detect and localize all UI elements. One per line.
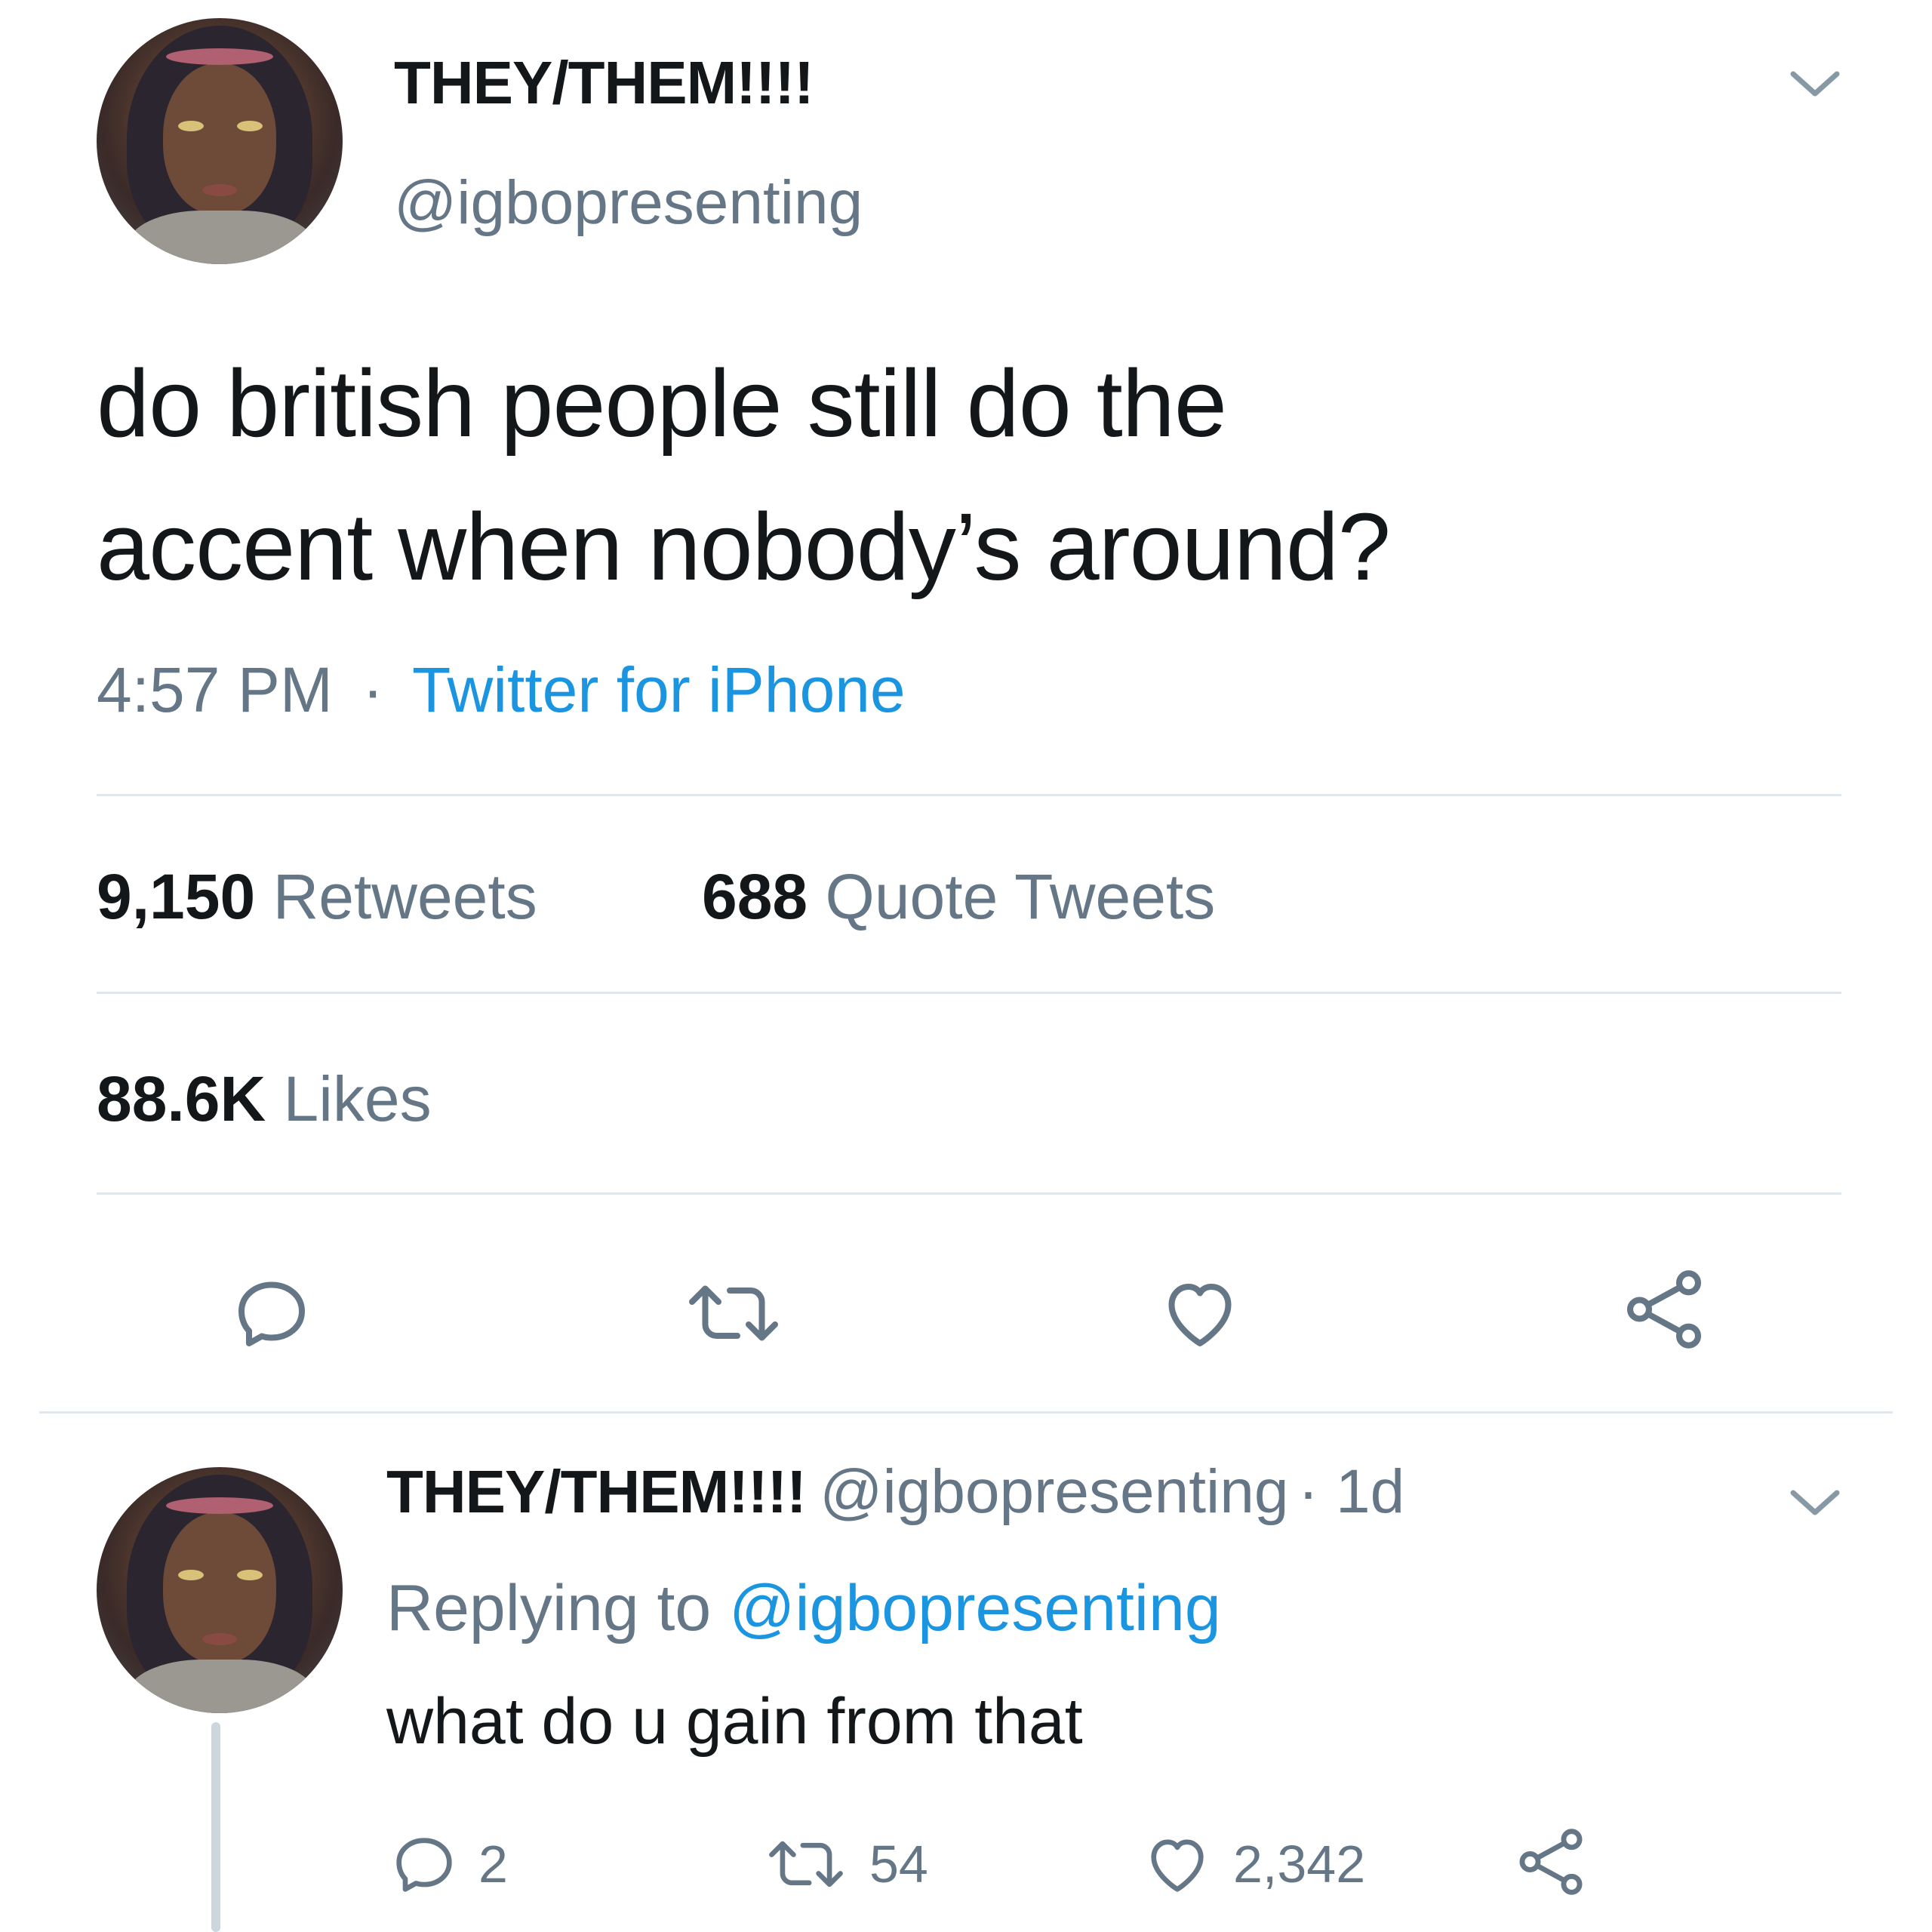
- likes-count: 88.6K: [97, 1063, 266, 1134]
- share-nodes-icon: [1519, 1829, 1583, 1895]
- tweet-source-link[interactable]: Twitter for iPhone: [412, 654, 906, 725]
- author-avatar[interactable]: [97, 18, 343, 264]
- reply-button[interactable]: [226, 1268, 317, 1358]
- speech-bubble-icon: [396, 1838, 452, 1892]
- replying-to: Replying to @igbopresenting: [386, 1571, 1221, 1646]
- reply-like-button[interactable]: 2,342: [1140, 1826, 1365, 1902]
- like-button[interactable]: [1155, 1268, 1245, 1358]
- reply-share-button[interactable]: [1509, 1820, 1592, 1903]
- author-display-name[interactable]: THEY/THEM!!!!: [394, 48, 814, 118]
- tweet-time[interactable]: 4:57 PM: [97, 654, 333, 725]
- reply-count: 2: [478, 1835, 508, 1894]
- likes-label: Likes: [283, 1063, 432, 1134]
- divider: [97, 1192, 1841, 1195]
- replying-to-handle[interactable]: @igbopresenting: [729, 1572, 1221, 1644]
- chevron-down-icon[interactable]: [1789, 1487, 1841, 1517]
- tweet-meta: 4:57 PM · Twitter for iPhone: [97, 654, 906, 727]
- chevron-down-icon[interactable]: [1789, 68, 1841, 98]
- heart-outline-icon: [1151, 1839, 1204, 1892]
- reply-retweet-count: 54: [869, 1835, 928, 1894]
- thread-divider: [39, 1411, 1893, 1414]
- reply-reply-button[interactable]: 2: [386, 1826, 508, 1902]
- divider: [97, 794, 1841, 796]
- retweets-count: 9,150: [97, 861, 256, 932]
- retweet-arrows-icon: [689, 1285, 778, 1341]
- replying-to-label: Replying to: [386, 1572, 712, 1644]
- likes-stat[interactable]: 88.6K Likes: [97, 1063, 432, 1136]
- reply-retweet-button[interactable]: 54: [762, 1826, 928, 1902]
- reply-author-handle[interactable]: @igbopresenting: [820, 1457, 1288, 1526]
- quotes-label: Quote Tweets: [825, 861, 1216, 932]
- retweet-arrows-icon: [769, 1841, 843, 1887]
- divider: [97, 992, 1841, 994]
- reply-like-count: 2,342: [1233, 1835, 1366, 1894]
- thread-connector-line: [211, 1722, 220, 1932]
- retweets-label: Retweets: [272, 861, 537, 932]
- heart-outline-icon: [1168, 1284, 1232, 1346]
- reply-header: THEY/THEM!!!! @igbopresenting · 1d: [386, 1457, 1404, 1527]
- tweet-text-line-2: accent when nobody’s around?: [97, 494, 1391, 600]
- speech-bubble-icon: [238, 1281, 305, 1346]
- reply-text: what do u gain from that: [386, 1685, 1083, 1758]
- retweet-button[interactable]: [681, 1268, 786, 1358]
- reply-author-display-name[interactable]: THEY/THEM!!!!: [386, 1458, 807, 1525]
- reply-author-avatar[interactable]: [97, 1467, 343, 1713]
- quotes-count: 688: [702, 861, 808, 932]
- quote-tweets-stat[interactable]: 688 Quote Tweets: [702, 860, 1215, 934]
- retweets-stat[interactable]: 9,150 Retweets: [97, 860, 537, 934]
- tweet-text-line-1: do british people still do the: [97, 350, 1227, 457]
- author-handle[interactable]: @igbopresenting: [394, 168, 863, 238]
- share-button[interactable]: [1615, 1260, 1713, 1358]
- share-nodes-icon: [1626, 1270, 1702, 1349]
- meta-separator: ·: [362, 654, 384, 725]
- reply-age[interactable]: · 1d: [1298, 1457, 1404, 1526]
